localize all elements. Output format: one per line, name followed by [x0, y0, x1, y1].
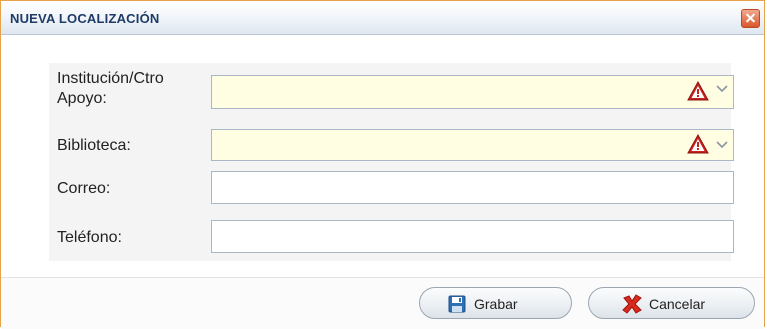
- chevron-down-icon[interactable]: [716, 85, 728, 93]
- email-field[interactable]: [211, 171, 734, 204]
- save-button-label: Grabar: [474, 296, 518, 312]
- warning-icon: [687, 81, 709, 101]
- phone-field[interactable]: [211, 220, 734, 253]
- phone-label: Teléfono:: [57, 229, 122, 246]
- warning-icon: [687, 134, 709, 154]
- cancel-button-label: Cancelar: [649, 296, 706, 312]
- cancel-button[interactable]: Cancelar: [588, 287, 755, 319]
- new-location-dialog: NUEVA LOCALIZACIÓN Institución/Ctro Apoy…: [0, 0, 765, 329]
- dialog-title: NUEVA LOCALIZACIÓN: [10, 11, 160, 26]
- institution-select[interactable]: [211, 75, 734, 109]
- close-icon[interactable]: [741, 9, 760, 28]
- floppy-disk-icon: [448, 295, 466, 313]
- chevron-down-icon[interactable]: [716, 141, 728, 149]
- email-label: Correo:: [57, 180, 111, 197]
- save-button[interactable]: Grabar: [419, 287, 572, 319]
- library-select[interactable]: [211, 129, 734, 161]
- dialog-titlebar[interactable]: NUEVA LOCALIZACIÓN: [1, 1, 764, 35]
- institution-label: Institución/Ctro Apoyo:: [57, 70, 164, 107]
- red-x-icon: [622, 294, 642, 314]
- library-label: Biblioteca:: [57, 137, 131, 154]
